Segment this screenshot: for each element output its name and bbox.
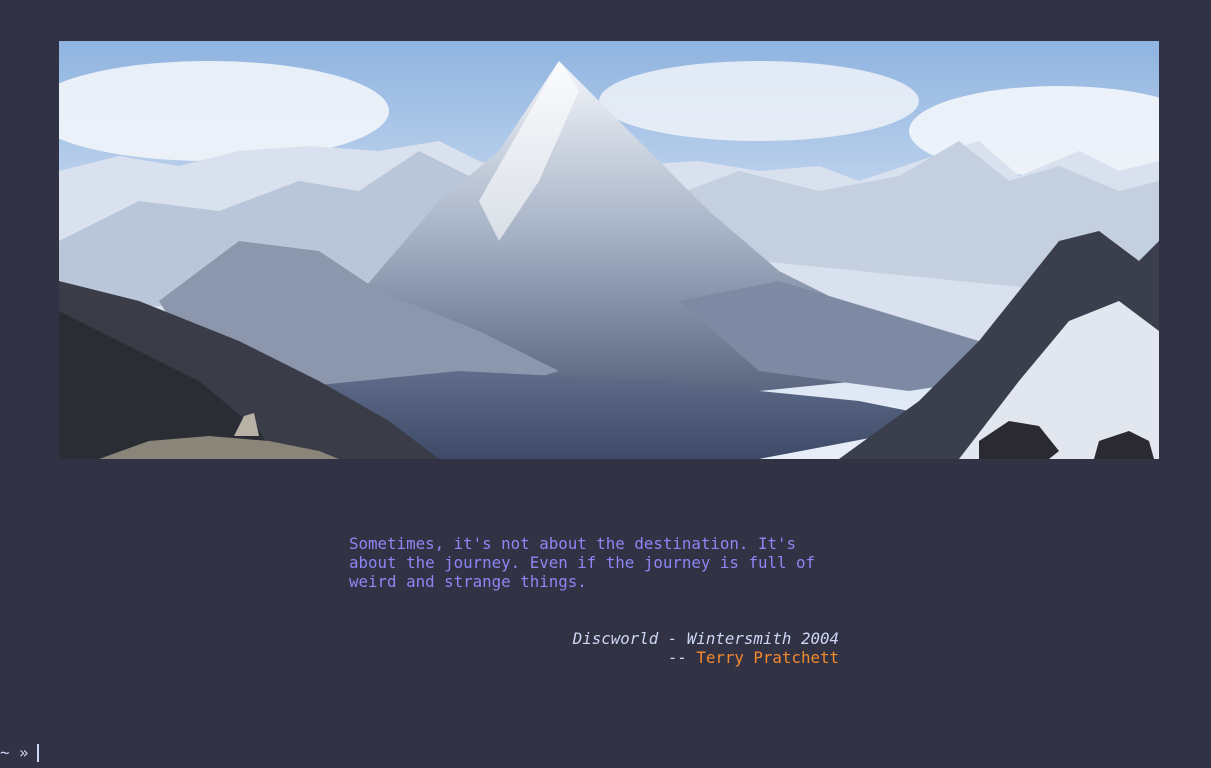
quote-attribution: -- Terry Pratchett <box>349 648 839 667</box>
quote-line: weird and strange things. <box>349 572 587 591</box>
attribution-prefix: -- <box>667 648 697 667</box>
prompt-text: ~ » <box>0 743 29 762</box>
quote-line: about the journey. Even if the journey i… <box>349 553 816 572</box>
quote-text: Sometimes, it's not about the destinatio… <box>349 534 839 591</box>
mountain-landscape-image <box>59 41 1159 459</box>
quote-line: Sometimes, it's not about the destinatio… <box>349 534 796 553</box>
quote-author: Terry Pratchett <box>696 648 839 667</box>
quote-work: Discworld - Wintersmith 2004 <box>572 629 839 648</box>
shell-prompt[interactable]: ~ » <box>0 743 39 762</box>
quote-source: Discworld - Wintersmith 2004 -- Terry Pr… <box>349 629 839 667</box>
text-cursor <box>36 743 39 762</box>
